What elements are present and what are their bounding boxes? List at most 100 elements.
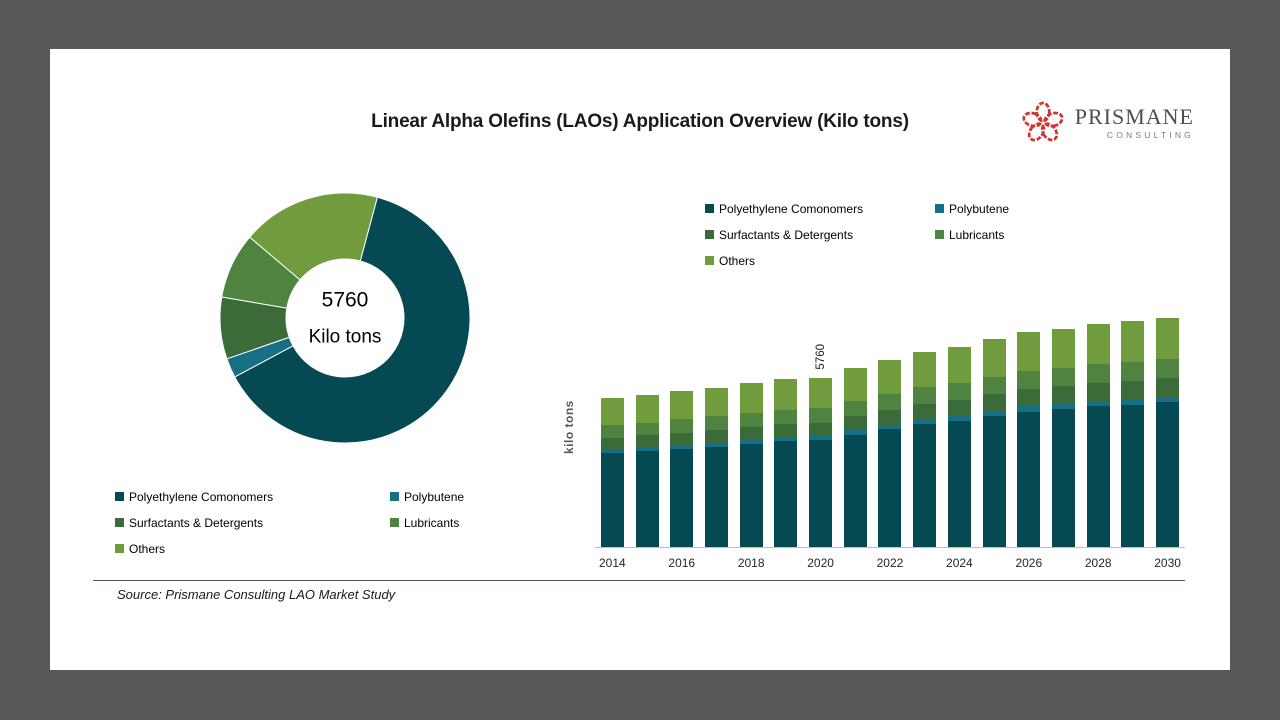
bar-segment (705, 388, 728, 417)
bar-segment (670, 449, 693, 547)
x-tick-label: 2024 (942, 556, 977, 570)
legend-label: Lubricants (949, 228, 1004, 242)
bar-slot-2017 (699, 312, 734, 547)
bar-slot-2021 (838, 312, 873, 547)
stacked-bar-2014 (601, 398, 624, 547)
bar-segment (1017, 389, 1040, 406)
x-tick-label: 2022 (873, 556, 908, 570)
x-tick-label: 2020 (803, 556, 838, 570)
legend-item: Surfactants & Detergents (705, 227, 935, 242)
bar-segment (844, 401, 867, 416)
x-tick-label: 2016 (664, 556, 699, 570)
x-tick-label: 2030 (1150, 556, 1185, 570)
bar-segment (670, 419, 693, 432)
legend-swatch-icon (705, 230, 714, 239)
donut-chart: 5760 Kilo tons (217, 190, 473, 446)
bar-slot-2027 (1046, 312, 1081, 547)
bar-segment (740, 413, 763, 427)
bar-segment (1052, 368, 1075, 387)
stacked-bar-2016 (670, 391, 693, 547)
bar-segment (913, 424, 936, 547)
bar-segment (1017, 332, 1040, 371)
legend-swatch-icon (390, 492, 399, 501)
bar-slot-2020: 5760 (803, 312, 838, 547)
x-axis-tick-labels: 201420162018202020222024202620282030 (595, 556, 1185, 570)
bar-slot-2023 (907, 312, 942, 547)
legend-item: Polybutene (935, 201, 1155, 216)
donut-total-value: 5760 (309, 290, 382, 311)
bar-segment (740, 383, 763, 412)
bar-segment (1017, 412, 1040, 547)
legend-label: Lubricants (404, 516, 459, 530)
x-tick-label (769, 556, 804, 570)
bar-segment (948, 347, 971, 383)
bar-segment (844, 435, 867, 548)
bar-slot-2018 (734, 312, 769, 547)
bar-segment (878, 410, 901, 425)
legend-swatch-icon (935, 230, 944, 239)
bar-segment (601, 425, 624, 438)
bar-segment (913, 352, 936, 387)
bar-segment (1156, 318, 1179, 359)
bar-segment (636, 435, 659, 447)
x-tick-label (1046, 556, 1081, 570)
bar-segment (1121, 362, 1144, 381)
legend-item: Surfactants & Detergents (115, 515, 390, 530)
stacked-bar-2025 (983, 339, 1006, 547)
bar-segment (948, 383, 971, 400)
legend-swatch-icon (390, 518, 399, 527)
x-tick-label (977, 556, 1012, 570)
slide: Linear Alpha Olefins (LAOs) Application … (50, 49, 1230, 670)
logo-text: PRISMANE CONSULTING (1070, 106, 1194, 140)
legend-label: Polyethylene Comonomers (129, 490, 273, 504)
legend-item: Others (705, 253, 935, 268)
bar-segment (705, 416, 728, 430)
x-tick-label: 2014 (595, 556, 630, 570)
bar-slot-2015 (630, 312, 665, 547)
bar-segment (601, 438, 624, 450)
x-tick-label (1116, 556, 1151, 570)
legend-swatch-icon (115, 518, 124, 527)
bar-segment (1017, 371, 1040, 389)
stacked-bar-2018 (740, 383, 763, 547)
stacked-bar-2029 (1121, 321, 1144, 547)
bar-slot-2022 (873, 312, 908, 547)
bar-segment (740, 427, 763, 440)
donut-total-unit: Kilo tons (309, 328, 382, 347)
bar-segment (878, 360, 901, 394)
bar-segment (1087, 324, 1110, 364)
prismane-logo: PRISMANE CONSULTING (1022, 101, 1194, 145)
bar-segment (705, 447, 728, 547)
legend-label: Polybutene (949, 202, 1009, 216)
page-background: Linear Alpha Olefins (LAOs) Application … (0, 0, 1280, 720)
bar-segment (983, 339, 1006, 376)
bar-slot-2026 (1011, 312, 1046, 547)
bar-segment (1087, 383, 1110, 401)
bar-segment (844, 368, 867, 400)
bar-segment (809, 408, 832, 422)
bar-segment (774, 441, 797, 547)
legend-swatch-icon (705, 256, 714, 265)
legend-swatch-icon (935, 204, 944, 213)
bar-segment (636, 395, 659, 422)
bar-segment (774, 410, 797, 424)
bar-slot-2014 (595, 312, 630, 547)
bar-segment (636, 423, 659, 436)
donut-legend: Polyethylene ComonomersPolybuteneSurfact… (115, 489, 585, 556)
bar-segment (740, 444, 763, 547)
bar-segment (1121, 381, 1144, 399)
legend-item: Lubricants (935, 227, 1155, 242)
stacked-bar-2023 (913, 352, 936, 547)
y-axis-label: kilo tons (562, 344, 576, 454)
x-tick-label (699, 556, 734, 570)
bar-segment (948, 421, 971, 547)
bar-segment (1087, 406, 1110, 547)
bar-chart-legend: Polyethylene ComonomersPolybuteneSurfact… (705, 201, 1155, 268)
x-tick-label (838, 556, 873, 570)
bar-plot-area: 5760 (595, 312, 1185, 548)
x-tick-label: 2018 (734, 556, 769, 570)
legend-label: Surfactants & Detergents (719, 228, 853, 242)
bar-slot-2016 (664, 312, 699, 547)
stacked-bar-2022 (878, 360, 901, 547)
footer-divider-line (93, 580, 1185, 581)
